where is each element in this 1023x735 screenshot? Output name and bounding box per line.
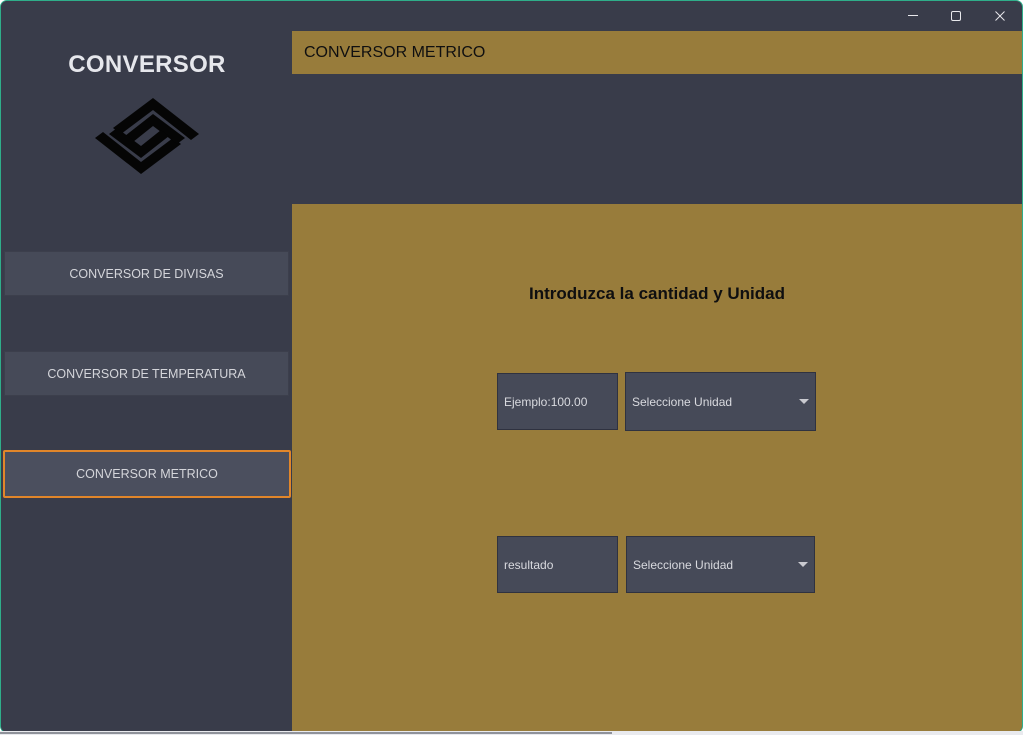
chevron-down-icon [798, 561, 808, 567]
minimize-button[interactable] [891, 1, 935, 31]
result-text: resultado [504, 557, 554, 572]
sidebar-item-label: CONVERSOR METRICO [76, 467, 218, 481]
app-window: CONVERSOR CONVERSOR DE DIVISAS CONVERSOR… [0, 0, 1023, 733]
sidebar: CONVERSOR CONVERSOR DE DIVISAS CONVERSOR… [1, 1, 291, 732]
from-unit-value: Seleccione Unidad [632, 394, 733, 409]
sidebar-item-divisas[interactable]: CONVERSOR DE DIVISAS [4, 251, 289, 296]
sidebar-item-label: CONVERSOR DE DIVISAS [69, 266, 224, 281]
sidebar-item-metrico[interactable]: CONVERSOR METRICO [3, 450, 291, 498]
converter-panel: Introduzca la cantidad y Unidad Ejemplo:… [292, 204, 1022, 732]
chevron-down-icon [799, 398, 809, 404]
header-spacer [292, 74, 1022, 204]
result-field[interactable]: resultado [497, 536, 618, 593]
sidebar-item-label: CONVERSOR DE TEMPERATURA [47, 366, 246, 381]
maximize-icon [951, 11, 961, 21]
amount-placeholder: Ejemplo:100.00 [504, 394, 588, 409]
page-header: CONVERSOR METRICO [292, 31, 1022, 74]
amount-input[interactable]: Ejemplo:100.00 [497, 373, 618, 430]
page-title: CONVERSOR METRICO [304, 44, 486, 61]
to-unit-value: Seleccione Unidad [633, 557, 734, 572]
close-button[interactable] [978, 1, 1022, 31]
close-icon [995, 11, 1005, 21]
minimize-icon [908, 15, 918, 16]
converter-logo-icon [95, 98, 199, 174]
scrollbar-thumb[interactable] [0, 732, 612, 734]
from-unit-select[interactable]: Seleccione Unidad [625, 372, 816, 431]
sidebar-item-temperatura[interactable]: CONVERSOR DE TEMPERATURA [4, 351, 289, 396]
instruction-text: Introduzca la cantidad y Unidad [529, 284, 785, 303]
to-unit-select[interactable]: Seleccione Unidad [626, 536, 815, 593]
app-title: CONVERSOR [68, 51, 226, 78]
maximize-button[interactable] [934, 1, 978, 31]
